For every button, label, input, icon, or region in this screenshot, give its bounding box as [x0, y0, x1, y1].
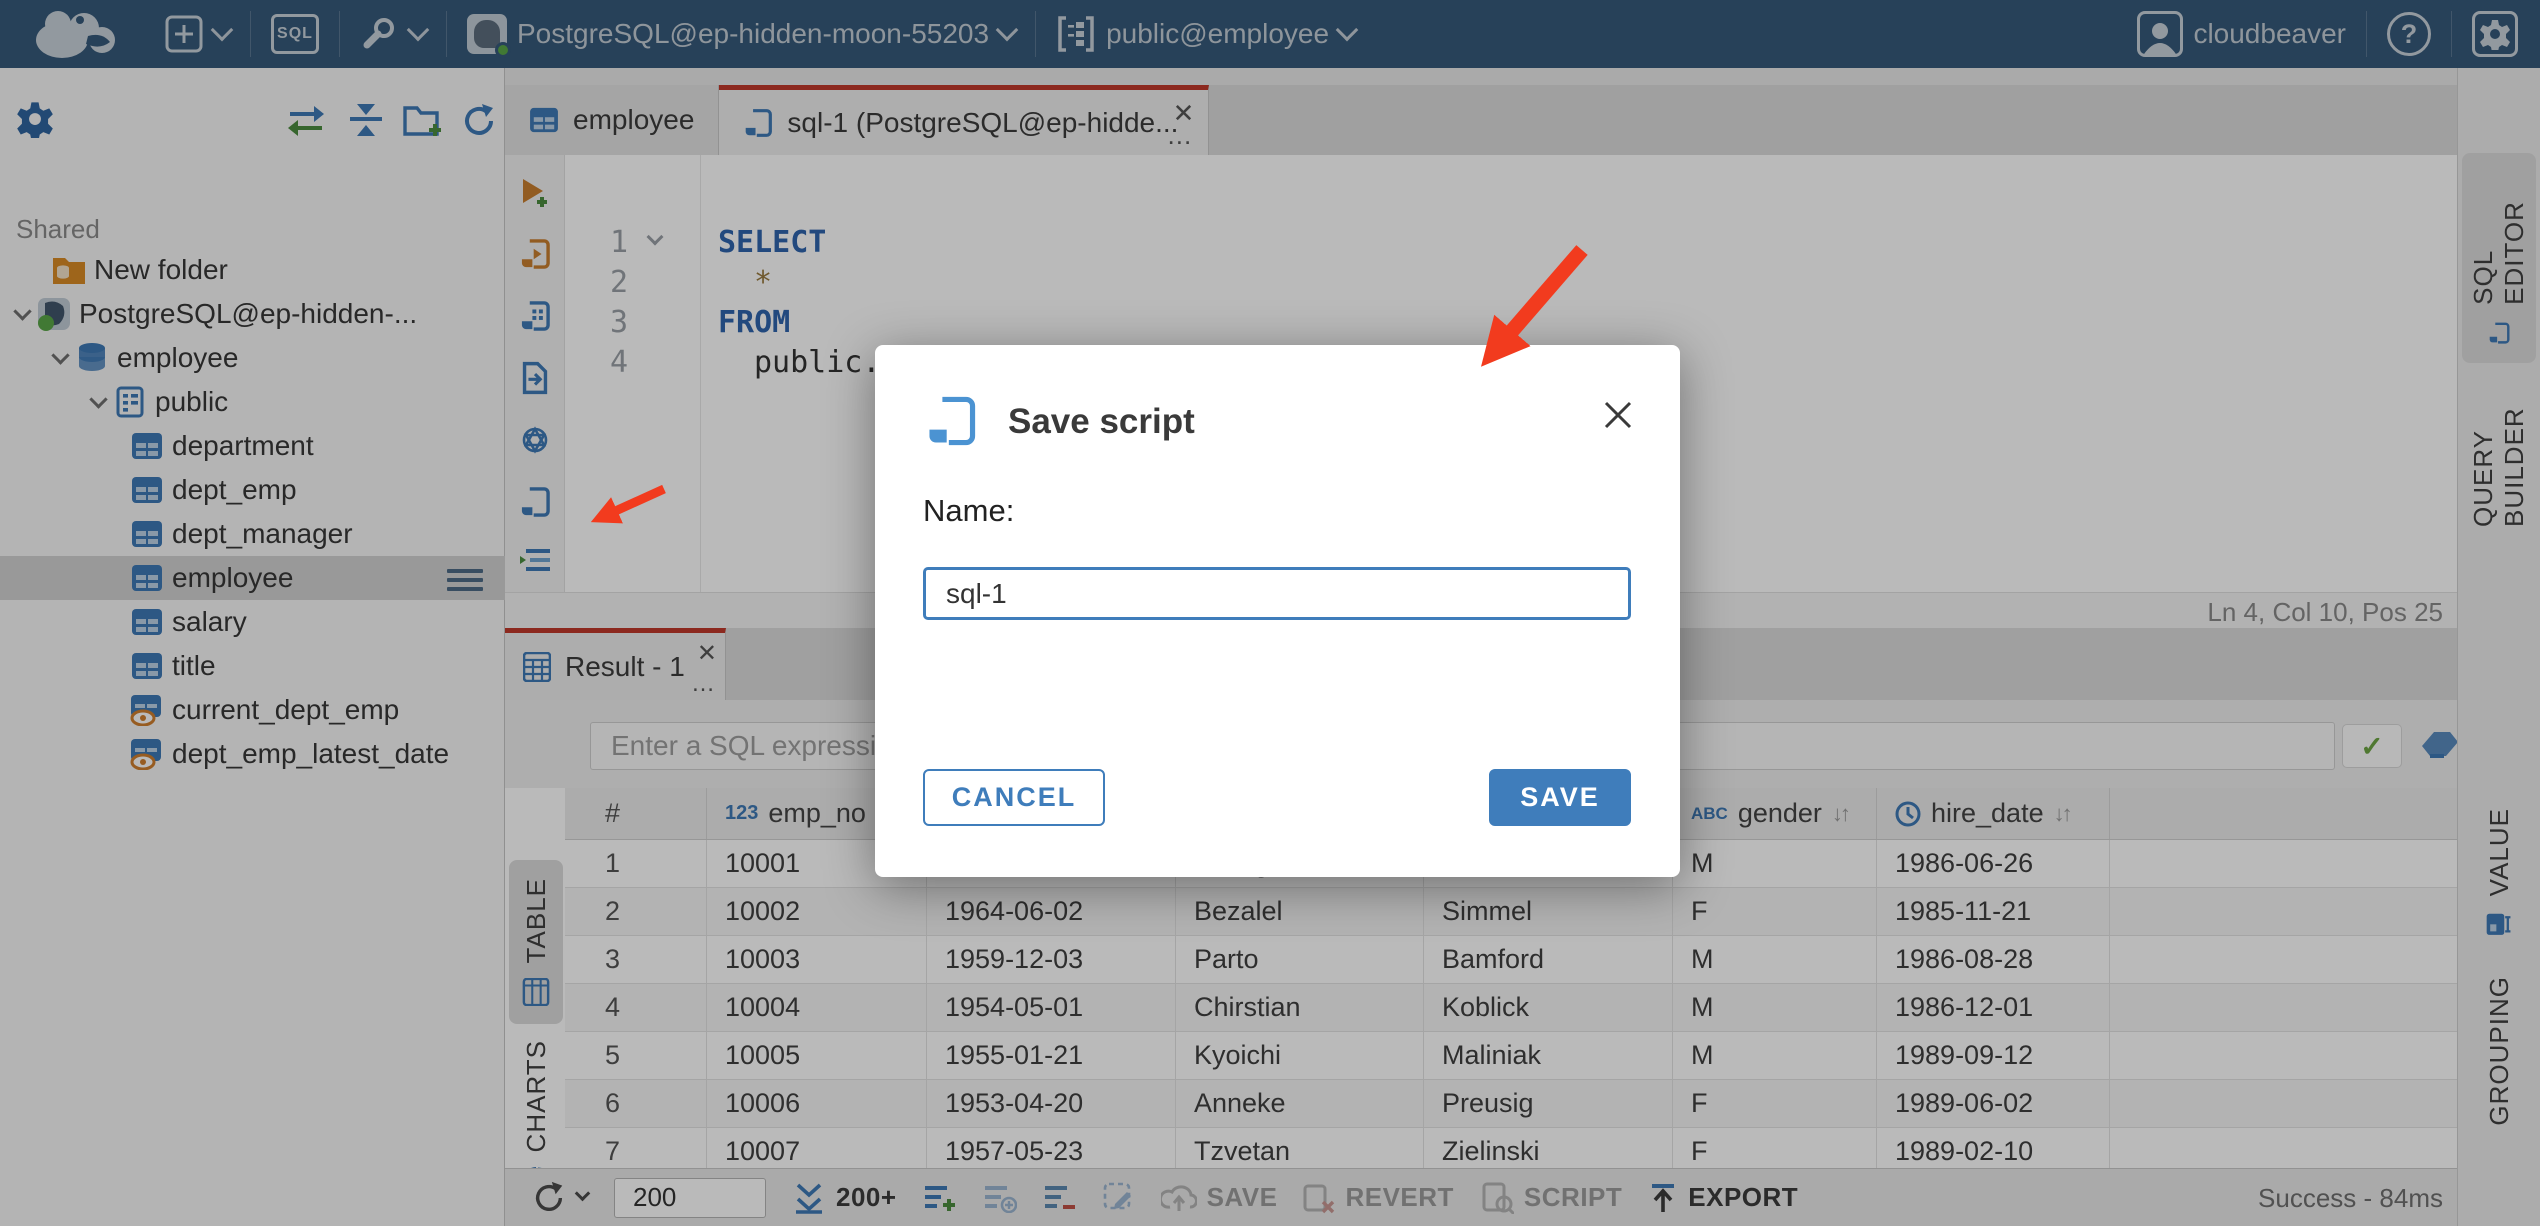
cancel-button[interactable]: CANCEL — [923, 769, 1105, 826]
save-script-dialog: Save script Name: CANCEL SAVE — [875, 345, 1680, 877]
save-button[interactable]: SAVE — [1489, 769, 1631, 826]
name-label: Name: — [923, 493, 1015, 528]
dialog-title: Save script — [1008, 402, 1195, 441]
sql-script-icon — [925, 393, 977, 449]
close-icon[interactable] — [1600, 397, 1636, 433]
script-name-input[interactable] — [923, 567, 1631, 620]
